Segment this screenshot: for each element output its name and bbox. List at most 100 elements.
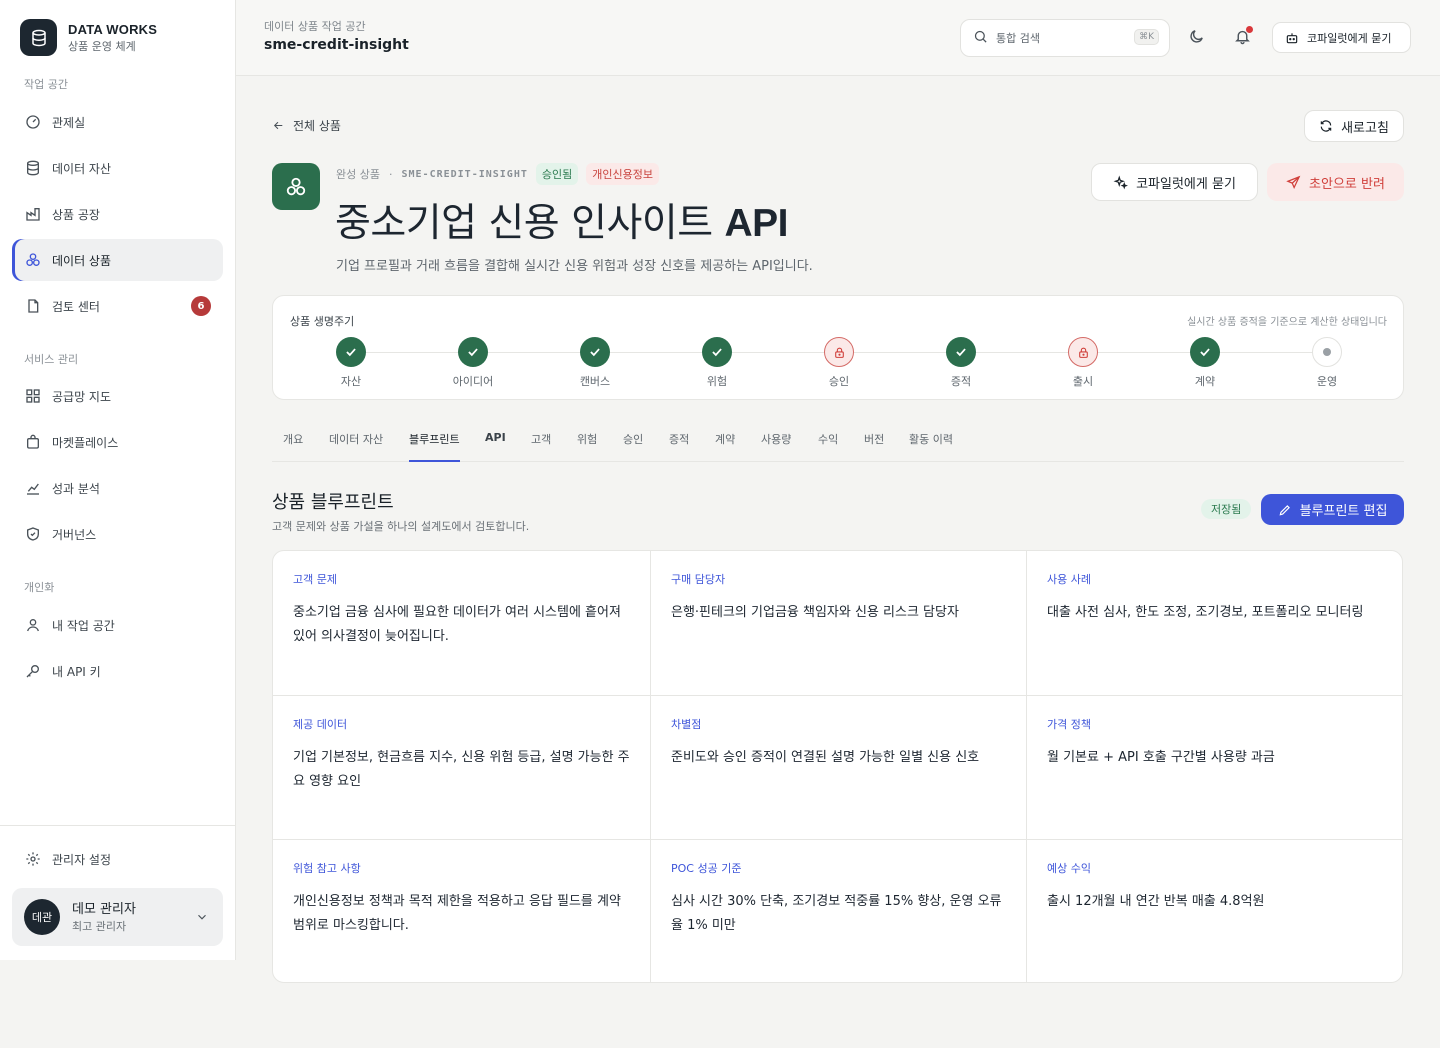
- lifecycle-step-label: 자산: [340, 375, 362, 388]
- sidebar-item-label: 상품 공장: [52, 207, 100, 222]
- user-name: 데모 관리자: [72, 901, 136, 917]
- user-menu[interactable]: 데관 데모 관리자 최고 관리자: [12, 888, 223, 946]
- sidebar-item-supply-map[interactable]: 공급망 지도: [12, 375, 223, 417]
- cell-text: 은행·핀테크의 기업금융 책임자와 신용 리스크 담당자: [671, 605, 959, 620]
- sidebar-item-label: 내 API 키: [52, 664, 101, 679]
- tab-approval[interactable]: 승인: [623, 431, 643, 447]
- lifecycle-step-label: 계약: [1194, 375, 1216, 388]
- tab-risk[interactable]: 위험: [577, 431, 597, 447]
- section-label-personal: 개인화: [24, 581, 55, 594]
- sidebar-item-data-products[interactable]: 데이터 상품: [12, 239, 223, 281]
- search-icon: [973, 29, 988, 48]
- grid-icon: [24, 387, 42, 405]
- lifecycle-step: 자산: [311, 337, 391, 389]
- sidebar-item-label: 데이터 자산: [52, 161, 112, 176]
- tab-data-assets[interactable]: 데이터 자산: [329, 431, 383, 447]
- sidebar-item-my-workspace[interactable]: 내 작업 공간: [12, 604, 223, 646]
- sidebar-item-label: 관제실: [52, 115, 86, 130]
- sidebar-item-review-center[interactable]: 검토 센터 6: [12, 285, 223, 327]
- blueprint-grid: 고객 문제 중소기업 금융 심사에 필요한 데이터가 여러 시스템에 흩어져 있…: [272, 550, 1403, 983]
- tab-overview[interactable]: 개요: [283, 431, 303, 447]
- user-role: 최고 관리자: [72, 919, 127, 933]
- product-description: 기업 프로필과 거래 흐름을 결합해 실시간 신용 위험과 성장 신호를 제공하…: [336, 259, 813, 274]
- sidebar-item-marketplace[interactable]: 마켓플레이스: [12, 421, 223, 463]
- cell-label: 위험 참고 사항: [293, 862, 361, 875]
- page-title: sme-credit-insight: [264, 37, 409, 53]
- lifecycle-step: 증적: [921, 337, 1001, 389]
- tab-usage[interactable]: 사용량: [761, 431, 791, 447]
- theme-toggle-button[interactable]: [1181, 23, 1211, 53]
- cell-label: 제공 데이터: [293, 718, 348, 731]
- lifecycle-step: 캔버스: [555, 337, 635, 389]
- blueprint-cell-buyer: 구매 담당자 은행·핀테크의 기업금융 책임자와 신용 리스크 담당자: [650, 551, 1027, 695]
- blueprint-title: 상품 블루프린트: [272, 492, 394, 513]
- lifecycle-step: 출시: [1043, 337, 1123, 389]
- sidebar-item-data-assets[interactable]: 데이터 자산: [12, 147, 223, 189]
- ask-copilot-button[interactable]: 코파일럿에게 묻기: [1091, 163, 1258, 201]
- cell-text: 출시 12개월 내 연간 반복 매출 4.8억원: [1047, 894, 1265, 909]
- blueprint-cell-differentiator: 차별점 준비도와 승인 증적이 연결된 설명 가능한 일별 신용 신호: [650, 695, 1027, 839]
- sidebar-item-product-factory[interactable]: 상품 공장: [12, 193, 223, 235]
- saved-badge: 저장됨: [1201, 499, 1252, 519]
- chart-icon: [24, 479, 42, 497]
- breadcrumb: 데이터 상품 작업 공간: [264, 20, 366, 33]
- back-to-all-products[interactable]: 전체 상품: [272, 117, 341, 134]
- brand[interactable]: DATA WORKS 상품 운영 체계: [20, 19, 157, 56]
- tab-revenue[interactable]: 수익: [818, 431, 838, 447]
- cell-label: 고객 문제: [293, 573, 337, 586]
- sidebar-item-admin-settings[interactable]: 관리자 설정: [12, 838, 223, 880]
- sidebar: DATA WORKS 상품 운영 체계 작업 공간 관제실 데이터 자산 상품 …: [0, 0, 236, 960]
- cell-text: 기업 기본정보, 현금흐름 지수, 신용 위험 등급, 설명 가능한 주요 영향…: [293, 750, 630, 789]
- topbar: 데이터 상품 작업 공간 sme-credit-insight ⌘K 코파일럿에…: [236, 0, 1440, 76]
- product-meta: 완성 상품 · SME-CREDIT-INSIGHT 승인됨 개인신용정보: [336, 163, 659, 185]
- return-to-draft-button[interactable]: 초안으로 반려: [1267, 163, 1404, 201]
- lifecycle-step-label: 운영: [1316, 375, 1338, 388]
- tab-customers[interactable]: 고객: [531, 431, 551, 447]
- database-icon: [24, 159, 42, 177]
- ask-copilot-top-button[interactable]: 코파일럿에게 묻기: [1272, 22, 1411, 53]
- gauge-icon: [24, 113, 42, 131]
- cell-text: 심사 시간 30% 단축, 조기경보 적중률 15% 향상, 운영 오류율 1%…: [671, 894, 1002, 933]
- lifecycle-step: 계약: [1165, 337, 1245, 389]
- tab-api[interactable]: API: [485, 431, 506, 444]
- check-icon: [336, 337, 366, 367]
- lifecycle-step-label: 증적: [950, 375, 972, 388]
- notifications-button[interactable]: [1227, 23, 1257, 53]
- check-icon: [702, 337, 732, 367]
- tab-blueprint[interactable]: 블루프린트: [409, 431, 460, 447]
- product-title: 중소기업 신용 인사이트 API: [335, 201, 789, 246]
- lifecycle-label: 상품 생명주기: [290, 315, 355, 328]
- notification-dot: [1246, 26, 1253, 33]
- sidebar-item-label: 공급망 지도: [52, 389, 112, 404]
- lifecycle-step: 운영: [1287, 337, 1367, 389]
- section-label-service: 서비스 관리: [24, 353, 79, 366]
- arrow-left-icon: [272, 119, 285, 132]
- check-icon: [458, 337, 488, 367]
- pencil-icon: [1278, 503, 1292, 517]
- edit-blueprint-button[interactable]: 블루프린트 편집: [1261, 494, 1404, 525]
- tab-contract[interactable]: 계약: [715, 431, 735, 447]
- sidebar-item-my-api-key[interactable]: 내 API 키: [12, 650, 223, 692]
- tab-versions[interactable]: 버전: [864, 431, 884, 447]
- sidebar-item-performance[interactable]: 성과 분석: [12, 467, 223, 509]
- search-input[interactable]: [996, 31, 1116, 45]
- refresh-button[interactable]: 새로고침: [1304, 110, 1404, 142]
- document-icon: [24, 297, 42, 315]
- sidebar-item-label: 성과 분석: [52, 481, 100, 496]
- pending-dot-icon: [1312, 337, 1342, 367]
- sidebar-item-governance[interactable]: 거버넌스: [12, 513, 223, 555]
- ask-copilot-top-label: 코파일럿에게 묻기: [1307, 31, 1392, 45]
- sidebar-item-control-room[interactable]: 관제실: [12, 101, 223, 143]
- key-icon: [24, 662, 42, 680]
- cell-label: POC 성공 기준: [671, 862, 742, 875]
- product-tabs: 개요 데이터 자산 블루프린트 API 고객 위험 승인 증적 계약 사용량 수…: [272, 420, 1404, 462]
- cell-label: 예상 수익: [1047, 862, 1091, 875]
- tab-evidence[interactable]: 증적: [669, 431, 689, 447]
- tab-activity-log[interactable]: 활동 이력: [909, 431, 953, 447]
- avatar: 데관: [24, 899, 60, 935]
- lifecycle-step-label: 위험: [706, 375, 728, 388]
- sidebar-item-label: 거버넌스: [52, 527, 97, 542]
- data-sensitivity-badge: 개인신용정보: [586, 163, 659, 185]
- cell-text: 대출 사전 심사, 한도 조정, 조기경보, 포트폴리오 모니터링: [1047, 605, 1364, 620]
- global-search[interactable]: ⌘K: [960, 19, 1170, 57]
